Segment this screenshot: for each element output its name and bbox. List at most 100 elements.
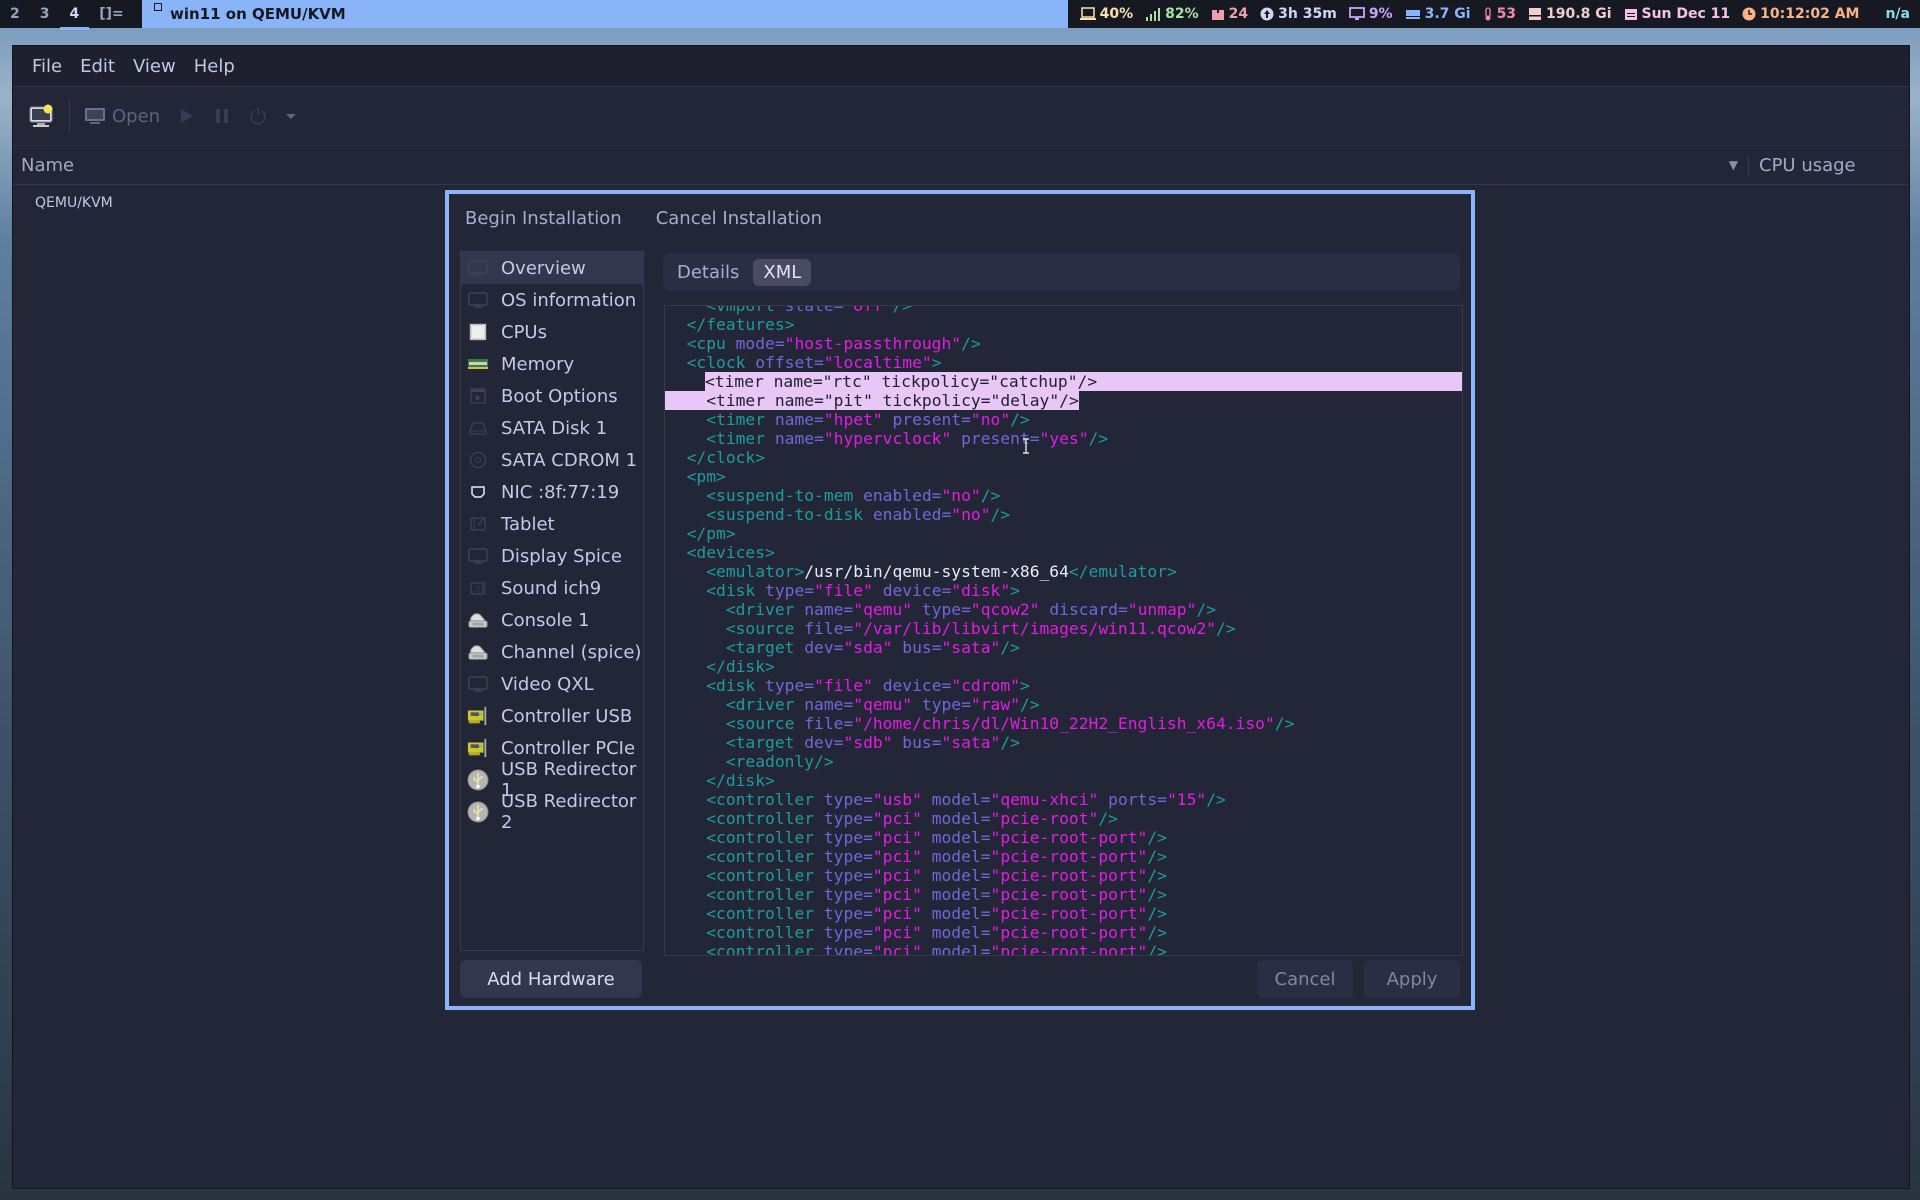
sidebar-item-video-qxl[interactable]: Video QXL: [461, 668, 643, 700]
xml-line: <target dev="sda" bus="sata"/>: [665, 638, 1462, 657]
sidebar-item-os-information[interactable]: OS information: [461, 284, 643, 316]
cancel-button[interactable]: Cancel: [1257, 960, 1353, 998]
soundcard-icon: ♫: [467, 578, 489, 598]
clock-icon: [1742, 7, 1756, 21]
status-text: 9%: [1368, 6, 1393, 22]
xml-token: </disk>: [706, 771, 775, 790]
menu-help[interactable]: Help: [185, 56, 244, 77]
sidebar-item-boot-options[interactable]: Boot Options: [461, 380, 643, 412]
xml-token: discard=: [1039, 600, 1128, 619]
sidebar-item-label: SATA Disk 1: [501, 417, 608, 439]
monitor-icon: [467, 546, 489, 566]
xml-line: <suspend-to-disk enabled="no"/>: [665, 505, 1462, 524]
xml-line: </clock>: [665, 448, 1462, 467]
status-thermometer-indicator: 53: [1483, 0, 1516, 28]
sidebar-item-channel-spice[interactable]: Channel (spice): [461, 636, 643, 668]
xml-token: "pcie-root-port": [990, 942, 1148, 956]
cancel-installation-button[interactable]: Cancel Installation: [656, 208, 822, 229]
xml-token: tickpolicy=: [872, 391, 991, 410]
begin-installation-button[interactable]: Begin Installation: [465, 208, 622, 229]
menu-edit[interactable]: Edit: [71, 56, 124, 77]
status-text: 3h 35m: [1278, 6, 1337, 22]
xml-token: "catchup": [989, 372, 1078, 391]
xml-token: model=: [921, 790, 991, 809]
layout-indicator[interactable]: []=: [89, 0, 134, 28]
xml-editor[interactable]: <vmport state="off"/> </features> <cpu m…: [664, 305, 1463, 956]
xml-token: "pci": [872, 942, 922, 956]
xml-token: <driver: [725, 600, 805, 619]
xml-token: "pci": [872, 866, 922, 885]
cpu-icon: [467, 322, 489, 342]
xml-token: "no": [951, 505, 991, 524]
shutdown-menu-button[interactable]: [276, 109, 306, 123]
xml-token: model=: [921, 904, 991, 923]
xml-token: type=: [912, 600, 971, 619]
run-button[interactable]: [168, 106, 204, 126]
thermometer-icon: [1483, 7, 1493, 21]
xml-token: type=: [823, 790, 873, 809]
sidebar-item-sata-cdrom-1[interactable]: SATA CDROM 1: [461, 444, 643, 476]
xml-token: "host-passthrough": [784, 334, 962, 353]
top-status-bar: 2 3 4 []= win11 on QEMU/KVM 40% 82% 24 3h 35m 9…: [0, 0, 1920, 30]
menu-bar: File Edit View Help: [13, 46, 1909, 87]
xml-token: device=: [872, 676, 952, 695]
xml-token: "delay": [990, 391, 1060, 410]
workspace-3[interactable]: 3: [30, 0, 60, 28]
xml-token: <controller: [706, 809, 824, 828]
xml-line: <source file="/home/chris/dl/Win10_22H2_…: [665, 714, 1462, 733]
sidebar-item-label: NIC :8f:77:19: [501, 481, 620, 503]
sidebar-item-label: CPUs: [501, 321, 547, 343]
column-header-name[interactable]: Name: [13, 155, 1729, 176]
menu-view[interactable]: View: [124, 56, 185, 77]
sidebar-item-display-spice[interactable]: Display Spice: [461, 540, 643, 572]
tab-xml[interactable]: XML: [753, 258, 812, 286]
xml-token: "pci": [872, 828, 922, 847]
apply-button[interactable]: Apply: [1364, 960, 1460, 998]
sidebar-item-usb-redirector-2[interactable]: USB Redirector 2: [461, 791, 643, 833]
vm-install-dialog: Begin Installation Cancel Installation O…: [445, 190, 1475, 1010]
xml-token: "sdb": [843, 733, 893, 752]
xml-token: <suspend-to-disk: [706, 505, 873, 524]
sidebar-item-overview[interactable]: Overview: [461, 252, 643, 284]
cdrom-icon: [467, 450, 489, 470]
xml-token: <target: [725, 733, 805, 752]
sidebar-item-tablet[interactable]: Tablet: [461, 508, 643, 540]
xml-token: />: [1000, 638, 1020, 657]
xml-token: "off": [843, 305, 893, 315]
column-header-cpu-usage[interactable]: CPU usage: [1748, 154, 1909, 176]
sidebar-item-sound-ich9[interactable]: ♫ Sound ich9: [461, 572, 643, 604]
pause-button[interactable]: [204, 106, 240, 126]
xml-token: <controller: [706, 885, 824, 904]
xml-token: "usb": [872, 790, 922, 809]
xml-token: model=: [921, 828, 991, 847]
xml-token: <readonly/>: [725, 752, 834, 771]
sort-chevron-icon[interactable]: ▼: [1729, 158, 1738, 172]
xml-token: "pcie-root-port": [990, 866, 1148, 885]
open-button[interactable]: Open: [76, 106, 168, 127]
tab-details[interactable]: Details: [667, 259, 749, 286]
shutdown-button[interactable]: [240, 106, 276, 126]
sidebar-item-sata-disk-1[interactable]: SATA Disk 1: [461, 412, 643, 444]
xml-token: "disk": [951, 581, 1011, 600]
xml-token: <source: [725, 714, 805, 733]
sidebar-item-label: USB Redirector 2: [501, 791, 637, 833]
sidebar-item-label: Tablet: [501, 513, 555, 535]
workspace-4[interactable]: 4: [59, 2, 90, 30]
pci-card-icon: [467, 706, 489, 726]
xml-token: />: [1147, 923, 1167, 942]
sidebar-item-cpus[interactable]: CPUs: [461, 316, 643, 348]
menu-file[interactable]: File: [23, 56, 71, 77]
sidebar-item-memory[interactable]: Memory: [461, 348, 643, 380]
xml-token: />: [961, 334, 981, 353]
serial-icon: [467, 642, 489, 662]
sidebar-item-label: Sound ich9: [501, 577, 602, 599]
xml-token: "pcie-root-port": [990, 828, 1148, 847]
new-vm-button[interactable]: [21, 104, 63, 128]
sidebar-item-nic-8f-77-19[interactable]: NIC :8f:77:19: [461, 476, 643, 508]
add-hardware-button[interactable]: Add Hardware: [460, 960, 642, 998]
status-text: Sun Dec 11: [1641, 6, 1731, 22]
sidebar-item-controller-usb[interactable]: Controller USB: [461, 700, 643, 732]
workspace-2[interactable]: 2: [0, 0, 30, 28]
xml-line: <devices>: [665, 543, 1462, 562]
sidebar-item-console-1[interactable]: Console 1: [461, 604, 643, 636]
